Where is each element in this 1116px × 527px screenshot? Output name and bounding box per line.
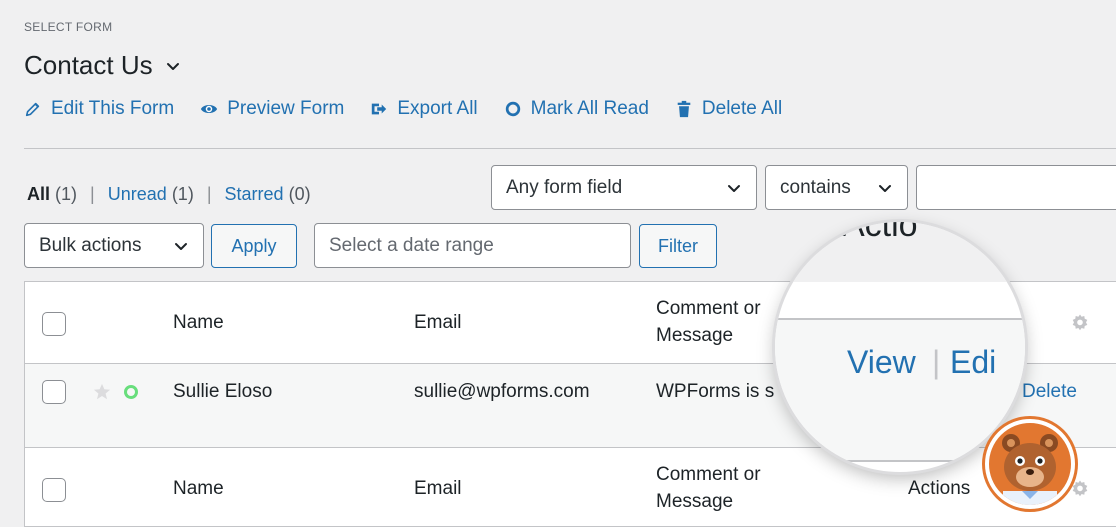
select-all-checkbox[interactable]	[42, 312, 66, 336]
magnifier-callout: Actio View | Edi	[775, 222, 1025, 472]
form-selector[interactable]: Contact Us	[24, 50, 181, 81]
select-form-label: SELECT FORM	[24, 20, 113, 34]
view-unread[interactable]: Unread	[108, 184, 167, 204]
apply-button[interactable]: Apply	[211, 224, 297, 268]
footer-actions: Actions	[908, 478, 971, 499]
footer-email[interactable]: Email	[414, 476, 462, 502]
gear-icon[interactable]	[1070, 479, 1090, 499]
bear-icon	[1002, 434, 1058, 505]
magnified-edit-link[interactable]: Edi	[950, 344, 996, 381]
entry-name: Sullie Eloso	[173, 381, 273, 402]
row-checkbox[interactable]	[42, 380, 66, 404]
date-range-input[interactable]: Select a date range	[314, 223, 631, 268]
star-icon[interactable]	[93, 383, 111, 401]
footer-comment-line1: Comment or	[656, 464, 761, 485]
footer-name[interactable]: Name	[173, 476, 224, 502]
view-starred-count: (0)	[288, 184, 311, 204]
delete-all-link[interactable]: Delete All	[675, 98, 782, 120]
preview-form-link[interactable]: Preview Form	[200, 98, 344, 120]
header-comment-line1: Comment or	[656, 298, 761, 319]
view-separator: |	[206, 184, 212, 204]
view-unread-count: (1)	[171, 184, 194, 204]
header-email[interactable]: Email	[414, 310, 462, 336]
export-icon	[372, 103, 387, 115]
view-all-count: (1)	[55, 184, 78, 204]
chevron-down-icon	[166, 62, 179, 70]
pencil-icon	[25, 102, 40, 117]
search-input[interactable]	[916, 165, 1116, 210]
chevron-down-icon	[879, 184, 891, 192]
form-name: Contact Us	[24, 50, 153, 80]
select-all-checkbox-footer[interactable]	[42, 478, 66, 502]
header-name[interactable]: Name	[173, 310, 224, 336]
entry-views: All (1) | Unread (1) | Starred (0)	[27, 184, 311, 205]
magnified-separator: |	[932, 344, 941, 380]
magnified-view-link[interactable]: View	[847, 344, 916, 381]
operator-select[interactable]: contains	[765, 165, 908, 210]
trash-icon	[677, 100, 691, 118]
export-all-link[interactable]: Export All	[370, 98, 478, 120]
view-separator: |	[90, 184, 95, 204]
entry-delete-link[interactable]: Delete	[1022, 379, 1077, 405]
eye-icon	[201, 104, 218, 114]
view-starred[interactable]: Starred	[225, 184, 284, 204]
chevron-down-icon	[728, 184, 740, 192]
wpforms-mascot[interactable]	[985, 419, 1075, 509]
magnified-actions-header: Actio	[842, 222, 918, 244]
divider	[24, 148, 1116, 149]
header-comment-line2: Message	[656, 325, 734, 346]
entry-message: WPForms is s	[656, 381, 775, 402]
footer-comment-line2: Message	[656, 491, 734, 512]
chevron-down-icon	[175, 242, 187, 250]
field-filter-select[interactable]: Any form field	[491, 165, 757, 210]
form-actions-bar: Edit This Form Preview Form Export All M…	[24, 98, 808, 120]
magnified-row	[775, 320, 1025, 460]
mark-all-read-link[interactable]: Mark All Read	[504, 98, 649, 120]
entry-email: sullie@wpforms.com	[414, 381, 590, 402]
gear-icon[interactable]	[1070, 313, 1090, 333]
unread-dot-icon[interactable]	[123, 384, 139, 400]
filter-button[interactable]: Filter	[639, 224, 717, 268]
view-all[interactable]: All	[27, 184, 50, 204]
circle-icon	[505, 101, 520, 117]
bulk-actions-select[interactable]: Bulk actions	[24, 223, 204, 268]
edit-form-link[interactable]: Edit This Form	[24, 98, 174, 120]
